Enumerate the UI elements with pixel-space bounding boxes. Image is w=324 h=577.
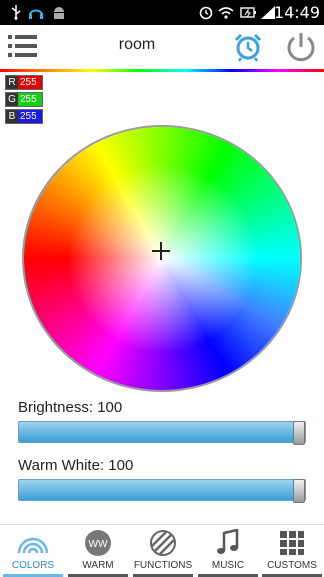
android-icon: [52, 5, 66, 20]
clock-time: 14:49: [273, 3, 320, 22]
green-value: 255: [18, 93, 42, 106]
brightness-slider[interactable]: [18, 421, 306, 445]
power-button[interactable]: [284, 30, 318, 64]
red-value: 255: [18, 76, 42, 89]
warm-white-slider[interactable]: [18, 479, 306, 503]
alarm-icon: [234, 33, 262, 62]
green-value-chip: G 255: [5, 92, 43, 107]
tab-customs[interactable]: CUSTOMS: [260, 525, 324, 577]
wifi-icon: [218, 5, 234, 20]
tab-colors-label: COLORS: [11, 560, 55, 571]
brightness-slider-thumb[interactable]: [293, 421, 305, 445]
red-key: R: [6, 76, 18, 89]
blue-value-chip: B 255: [5, 109, 43, 124]
power-icon: [287, 33, 315, 62]
tab-warm-label: WARM: [82, 560, 114, 571]
status-bar: 14:49: [0, 0, 324, 25]
alarm-icon: [198, 5, 214, 20]
alarm-button[interactable]: [232, 31, 264, 63]
ww-icon: WW: [66, 529, 130, 557]
grid-icon: [260, 529, 324, 557]
rainbow-divider: [0, 69, 324, 72]
blue-value: 255: [18, 110, 42, 123]
bottom-tab-bar: COLORS WW WARM FUNCTIONS MUSIC CUSTOMS: [0, 524, 324, 577]
green-key: G: [6, 93, 18, 106]
warm-white-slider-thumb[interactable]: [293, 479, 305, 503]
red-value-chip: R 255: [5, 75, 43, 90]
headset-icon: [28, 5, 44, 20]
tab-functions[interactable]: FUNCTIONS: [131, 525, 195, 577]
tab-music-label: MUSIC: [211, 560, 245, 571]
warm-white-label: Warm White: 100: [18, 457, 134, 474]
tab-functions-label: FUNCTIONS: [133, 560, 193, 571]
usb-icon: [10, 5, 22, 20]
color-picker-crosshair[interactable]: [152, 242, 170, 260]
brightness-label: Brightness: 100: [18, 399, 123, 416]
tab-customs-label: CUSTOMS: [267, 560, 317, 571]
stripes-icon: [131, 529, 195, 557]
tab-warm[interactable]: WW WARM: [66, 525, 130, 577]
rainbow-icon: [1, 529, 65, 557]
svg-text:WW: WW: [89, 539, 108, 550]
tab-colors[interactable]: COLORS: [1, 525, 65, 577]
blue-key: B: [6, 110, 18, 123]
battery-icon: [240, 5, 256, 20]
music-note-icon: [196, 529, 260, 557]
app-bar: room: [0, 25, 324, 69]
tab-music[interactable]: MUSIC: [196, 525, 260, 577]
